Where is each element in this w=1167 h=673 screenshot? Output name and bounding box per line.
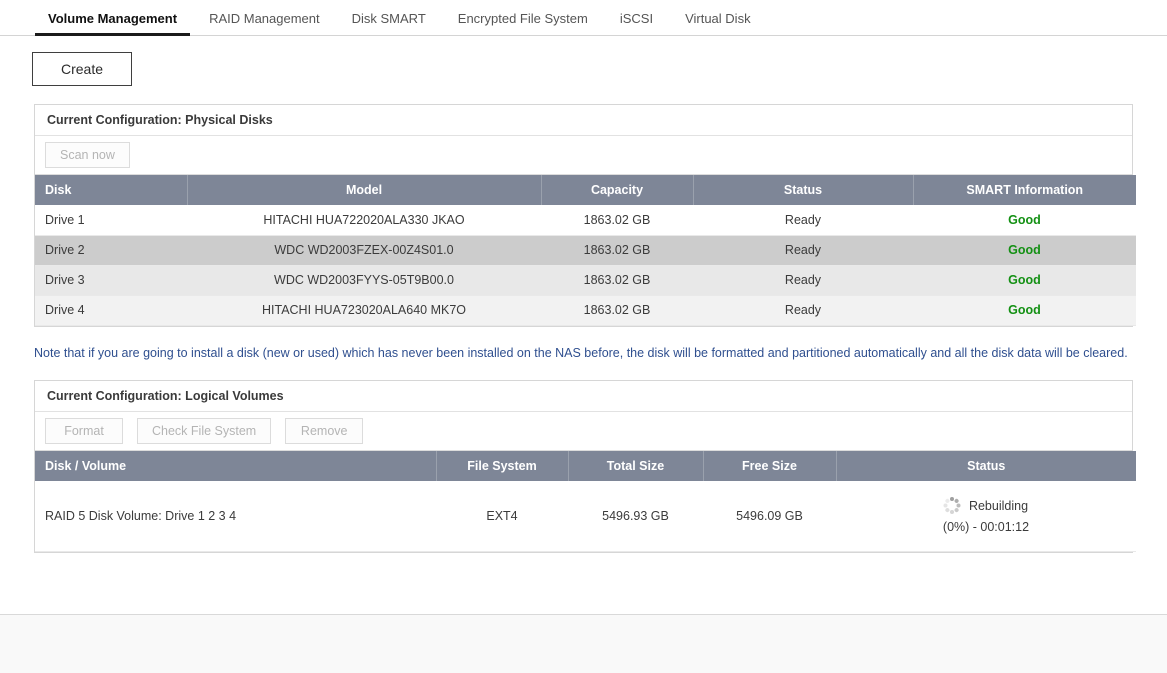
physical-disks-actions: Scan now xyxy=(35,136,1132,175)
create-button[interactable]: Create xyxy=(32,52,132,86)
top-toolbar: Create xyxy=(0,36,1167,86)
check-file-system-button[interactable]: Check File System xyxy=(137,418,272,444)
tab-label: Encrypted File System xyxy=(457,11,588,26)
cell-status: Ready xyxy=(693,205,913,236)
column-header-total-size[interactable]: Total Size xyxy=(568,451,704,481)
smart-status-value: Good xyxy=(1008,212,1041,227)
cell-capacity: 1863.02 GB xyxy=(541,265,693,296)
column-header-capacity[interactable]: Capacity xyxy=(541,175,694,205)
logical-volumes-table-head: Disk / Volume File System Total Size Fre… xyxy=(35,451,1136,481)
cell-smart: Good xyxy=(913,265,1136,296)
scan-now-button[interactable]: Scan now xyxy=(45,142,130,168)
column-header-model[interactable]: Model xyxy=(187,175,542,205)
volume-status: Rebuilding (0%) - 00:01:12 xyxy=(846,497,1126,534)
cell-file-system: EXT4 xyxy=(436,481,568,552)
cell-status: Rebuilding (0%) - 00:01:12 xyxy=(836,481,1136,552)
table-row[interactable]: Drive 3 WDC WD2003FYYS-05T9B00.0 1863.02… xyxy=(35,265,1136,296)
cell-free-size: 5496.09 GB xyxy=(703,481,836,552)
physical-disks-table: Disk Model Capacity Status SMART Informa… xyxy=(35,175,1136,326)
tab-disk-smart[interactable]: Disk SMART xyxy=(336,11,442,35)
cell-model: WDC WD2003FZEX-00Z4S01.0 xyxy=(187,235,541,266)
cell-smart: Good xyxy=(913,205,1136,236)
column-header-status[interactable]: Status xyxy=(693,175,914,205)
smart-status-value: Good xyxy=(1008,273,1041,287)
column-header-disk[interactable]: Disk xyxy=(35,175,188,205)
cell-capacity: 1863.02 GB xyxy=(541,295,693,326)
cell-capacity: 1863.02 GB xyxy=(541,205,693,236)
logical-volumes-table-body: RAID 5 Disk Volume: Drive 1 2 3 4 EXT4 5… xyxy=(35,481,1136,552)
logical-volumes-table: Disk / Volume File System Total Size Fre… xyxy=(35,451,1136,552)
tab-volume-management[interactable]: Volume Management xyxy=(32,11,193,36)
column-header-file-system[interactable]: File System xyxy=(436,451,569,481)
cell-volume-name: RAID 5 Disk Volume: Drive 1 2 3 4 xyxy=(35,481,436,552)
tab-label: Disk SMART xyxy=(351,11,426,26)
spinner-icon xyxy=(943,497,961,515)
physical-disks-panel: Current Configuration: Physical Disks Sc… xyxy=(34,104,1136,327)
install-disk-note: Note that if you are going to install a … xyxy=(34,345,1128,360)
volume-status-detail: (0%) - 00:01:12 xyxy=(942,520,1030,535)
tab-label: Virtual Disk xyxy=(685,11,751,26)
table-row[interactable]: Drive 4 HITACHI HUA723020ALA640 MK7O 186… xyxy=(35,295,1136,326)
footer-area xyxy=(0,615,1167,673)
cell-disk: Drive 3 xyxy=(35,265,187,296)
volume-status-label: Rebuilding xyxy=(968,498,1029,513)
cell-disk: Drive 4 xyxy=(35,295,187,326)
cell-status: Ready xyxy=(693,265,913,296)
remove-button[interactable]: Remove xyxy=(285,418,364,444)
logical-volumes-actions: Format Check File System Remove xyxy=(35,412,1132,451)
tab-iscsi[interactable]: iSCSI xyxy=(604,11,669,35)
cell-capacity: 1863.02 GB xyxy=(541,235,693,266)
cell-status: Ready xyxy=(693,235,913,266)
tab-encrypted-file-system[interactable]: Encrypted File System xyxy=(442,11,604,35)
cell-status: Ready xyxy=(693,295,913,326)
column-header-status[interactable]: Status xyxy=(836,451,1136,481)
logical-volumes-panel: Current Configuration: Logical Volumes F… xyxy=(34,380,1136,553)
tab-label: iSCSI xyxy=(619,11,654,26)
physical-disks-panel-title: Current Configuration: Physical Disks xyxy=(35,105,1132,136)
cell-total-size: 5496.93 GB xyxy=(568,481,703,552)
table-row[interactable]: RAID 5 Disk Volume: Drive 1 2 3 4 EXT4 5… xyxy=(35,481,1136,552)
format-button[interactable]: Format xyxy=(45,418,123,444)
cell-disk: Drive 1 xyxy=(35,205,187,236)
tab-raid-management[interactable]: RAID Management xyxy=(193,11,336,35)
tab-bar: Volume Management RAID Management Disk S… xyxy=(0,0,1167,36)
tab-virtual-disk[interactable]: Virtual Disk xyxy=(669,11,767,35)
smart-status-value: Good xyxy=(1008,243,1041,257)
physical-disks-table-body: Drive 1 HITACHI HUA722020ALA330 JKAO 186… xyxy=(35,205,1136,326)
cell-model: HITACHI HUA722020ALA330 JKAO xyxy=(187,205,541,236)
column-header-disk-volume[interactable]: Disk / Volume xyxy=(35,451,437,481)
column-header-smart-information[interactable]: SMART Information xyxy=(913,175,1136,205)
cell-model: WDC WD2003FYYS-05T9B00.0 xyxy=(187,265,541,296)
cell-smart: Good xyxy=(913,295,1136,326)
tab-label: Volume Management xyxy=(48,11,178,26)
tab-label: RAID Management xyxy=(209,11,320,26)
smart-status-value: Good xyxy=(1008,303,1041,317)
logical-volumes-panel-title: Current Configuration: Logical Volumes xyxy=(35,381,1132,412)
physical-disks-table-head: Disk Model Capacity Status SMART Informa… xyxy=(35,175,1136,205)
table-row[interactable]: Drive 2 WDC WD2003FZEX-00Z4S01.0 1863.02… xyxy=(35,235,1136,266)
table-header-row: Disk Model Capacity Status SMART Informa… xyxy=(35,175,1136,205)
column-header-free-size[interactable]: Free Size xyxy=(703,451,837,481)
volume-status-line: Rebuilding xyxy=(943,497,1029,515)
cell-smart: Good xyxy=(913,235,1136,266)
tab-list: Volume Management RAID Management Disk S… xyxy=(32,0,1167,36)
cell-model: HITACHI HUA723020ALA640 MK7O xyxy=(187,295,541,326)
table-header-row: Disk / Volume File System Total Size Fre… xyxy=(35,451,1136,481)
cell-disk: Drive 2 xyxy=(35,235,187,266)
table-row[interactable]: Drive 1 HITACHI HUA722020ALA330 JKAO 186… xyxy=(35,205,1136,236)
